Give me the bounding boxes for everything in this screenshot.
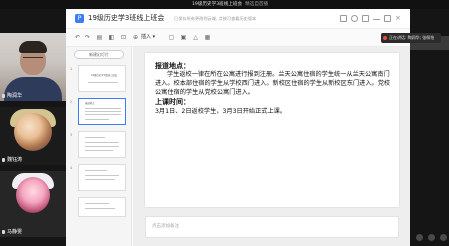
mic-icon [2,157,5,162]
thumbnail-line [85,142,119,143]
avatar [14,113,52,151]
share-icon[interactable] [362,15,369,22]
participant-panel: 陶润华 魏钰涛 马静雯 [0,9,66,246]
meeting-title-text: 19级历史学3班线上班会 [192,2,243,7]
slide-heading-time: 上课时间： [155,98,190,107]
shape-icon[interactable]: △ [192,34,199,41]
thumbnail-number: 1 [70,67,73,71]
thumbnail-line [85,108,121,109]
camera-control-icon[interactable] [428,234,435,241]
insert-label: 插入 [141,34,152,40]
meeting-top-bar: 19级历史学3班线上班会 精选自首播 [0,0,449,9]
thumbnail-text: 19级历史学3班线上班会 [90,74,118,77]
table-icon[interactable]: ▦ [204,34,211,41]
speaking-text: 正在讲话: 陶润华; 张佩怡 [389,35,435,40]
comment-icon[interactable] [351,15,358,22]
thumbnail-line [85,146,119,147]
slide-canvas: 报道地点： 学生返校一律在所在公寓进行报到注册。兰天公寓住宿的学生统一从兰天公寓… [133,47,410,246]
participant-name: 魏钰涛 [2,156,22,163]
slide-thumbnail-3[interactable] [78,131,126,158]
record-dot-icon [383,36,387,40]
more-control-icon[interactable] [440,234,447,241]
app-logo-icon: P [75,14,84,23]
participant-name: 陶润华 [2,92,22,99]
bottom-controls [416,234,448,243]
slide-paragraph-location: 学生返校一律在所在公寓进行报到注册。兰天公寓住宿的学生统一从兰天公寓南门进入。校… [155,71,391,96]
slide-thumbnail-2[interactable]: 报道地点 [78,98,126,125]
text-box-icon[interactable]: ▢ [168,34,175,41]
participant-name: 马静雯 [2,228,22,235]
app-toolbar: ↶ ↷ ▤ ◧ ⊡ ⊕ 插入 ▾ ▢ ▣ △ ▦ [66,29,410,47]
thumbnail-line [85,111,121,112]
thumbnail-line [85,119,109,120]
glasses-icon [23,57,43,61]
screen: 19级历史学3班线上班会精选自首播 陶润华 魏钰涛 马静雯 P 19级历史学3 [0,0,449,246]
participant-name-text: 陶润华 [7,93,23,99]
thumbnail-line [85,170,107,171]
image-icon[interactable]: ▣ [180,34,187,41]
current-slide[interactable]: 报道地点： 学生返校一律在所在公寓进行报到注册。兰天公寓住宿的学生统一从兰天公寓… [145,53,399,207]
person-hair [19,41,47,53]
mic-icon [2,93,5,98]
thumbnail-number: 4 [70,166,73,170]
participant-video-1[interactable]: 陶润华 [0,33,66,101]
slide-heading-location: 报道地点： [155,62,190,70]
insert-menu[interactable]: 插入 ▾ [141,33,155,42]
meeting-title: 19级历史学3班线上班会 精选自首播 [192,0,268,9]
titlebar-actions: × [340,15,406,24]
maximize-icon[interactable] [384,15,391,22]
notes-field[interactable]: 点击添加备注 [145,216,399,238]
format-painter-icon[interactable]: ▤ [96,34,103,41]
add-icon[interactable]: ⊕ [132,34,139,41]
thumbnail-line [88,82,118,83]
speaking-indicator: 正在讲话: 陶润华; 张佩怡 [381,33,441,43]
clear-format-icon[interactable]: ◧ [108,34,115,41]
minimize-icon[interactable] [373,19,380,20]
new-slide-button[interactable]: 新建幻灯片 [74,50,124,59]
right-panel [410,9,449,246]
thumbnail-line [85,150,113,151]
thumbnail-line [85,114,121,115]
slide-text-box[interactable]: 报道地点： 学生返校一律在所在公寓进行报到注册。兰天公寓住宿的学生统一从兰天公寓… [155,61,395,116]
thumbnail-line [85,208,115,209]
avatar [16,177,50,213]
participant-name-text: 马静雯 [7,229,23,235]
thumbnail-number: 2 [70,100,73,104]
save-status: 已保存所有更改到云端, 点按可查看历史版本 [174,16,257,21]
mic-control-icon[interactable] [416,234,423,241]
app-titlebar: P 19级历史学3班线上班会 已保存所有更改到云端, 点按可查看历史版本 × [66,9,410,29]
document-title[interactable]: 19级历史学3班线上班会 [88,13,164,24]
thumbnail-number: 3 [70,133,73,137]
mic-icon [2,229,5,234]
participant-video-3[interactable]: 马静雯 [0,171,66,237]
thumbnail-line [85,179,115,180]
undo-icon[interactable]: ↶ [74,34,81,41]
participant-video-2[interactable]: 魏钰涛 [0,107,66,165]
slide-thumbnail-1[interactable]: 19级历史学3班线上班会 [78,65,126,92]
thumbnail-line [85,175,119,176]
present-icon[interactable] [340,15,347,22]
slide-thumbnail-5[interactable] [78,197,126,217]
participant-name-text: 魏钰涛 [7,157,23,163]
slide-thumbnail-4[interactable] [78,164,126,191]
thumbnail-text: 报道地点 [85,102,95,105]
thumbnail-line [85,203,109,204]
thumbnail-line [85,137,105,138]
close-icon[interactable]: × [395,15,402,22]
meeting-subtitle: 精选自首播 [245,2,269,7]
zoom-icon[interactable]: ⊡ [120,34,127,41]
slide-paragraph-time: 3月1日、2日返校学生，3月3日开始正式上课。 [155,108,287,116]
slide-thumbnail-panel: 新建幻灯片 1 19级历史学3班线上班会 2 报道地点 3 4 [66,47,132,246]
presentation-app: P 19级历史学3班线上班会 已保存所有更改到云端, 点按可查看历史版本 × ↶… [66,9,410,246]
redo-icon[interactable]: ↷ [84,34,91,41]
notes-placeholder: 点击添加备注 [152,224,179,229]
